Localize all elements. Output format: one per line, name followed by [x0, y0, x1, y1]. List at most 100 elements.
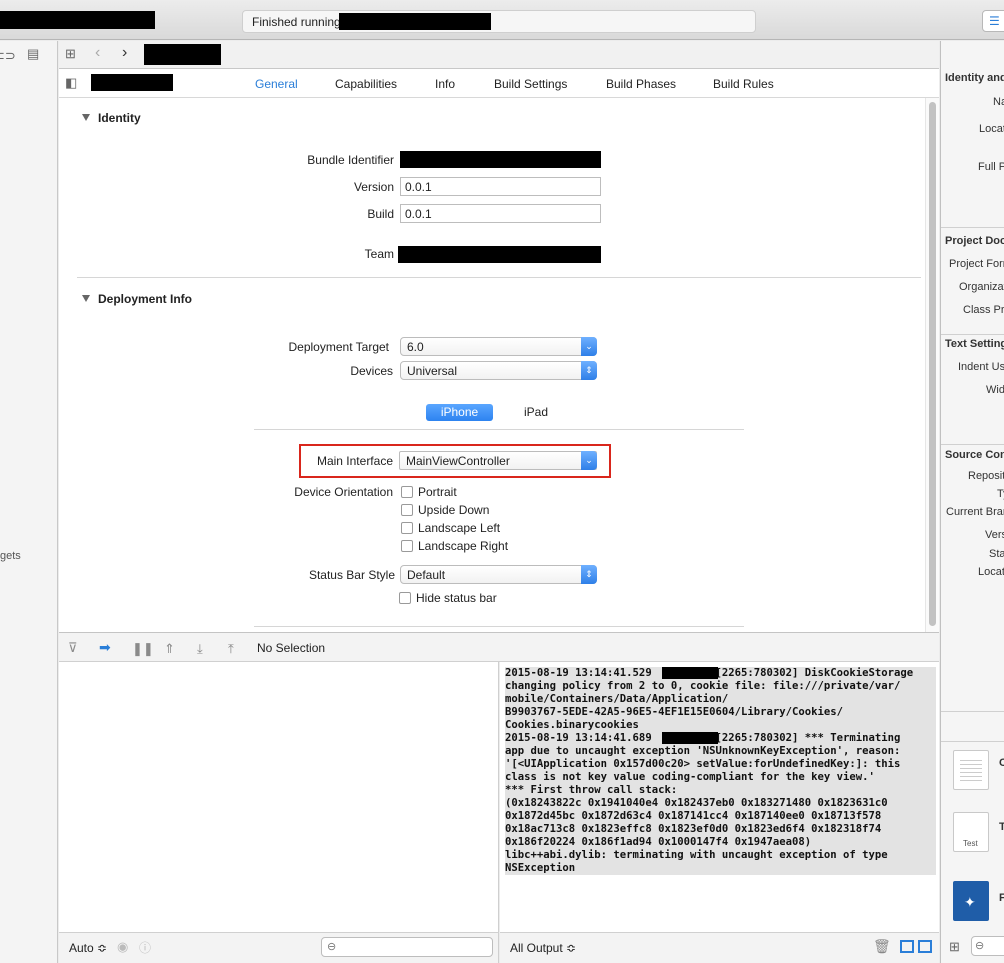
- upside-down-checkbox[interactable]: [401, 504, 413, 516]
- tab-capabilities[interactable]: Capabilities: [335, 77, 397, 91]
- library-item-initial: T: [999, 821, 1004, 833]
- app-store-icon: ✦: [964, 894, 976, 910]
- variables-bottom-bar: Auto ≎ ◉ ⓘ ⊖: [59, 932, 499, 963]
- tab-general[interactable]: General: [255, 77, 298, 91]
- disclosure-triangle-icon[interactable]: [82, 114, 90, 121]
- section-divider: [254, 626, 744, 627]
- redacted-app-name: [339, 13, 491, 30]
- inspector-label: Vers: [985, 529, 1004, 541]
- library-item-initial: C: [999, 757, 1004, 769]
- inspector-label: Ty: [997, 488, 1004, 500]
- step-over-icon[interactable]: ⇑: [164, 641, 175, 657]
- status-bar-style-popup[interactable]: Default ⇕: [400, 565, 597, 584]
- step-out-icon[interactable]: ⤒: [228, 641, 234, 657]
- hide-status-bar-checkbox[interactable]: [399, 592, 411, 604]
- utilities-inspector: Identity and Na Locat Full P Project Doc…: [940, 41, 1004, 963]
- variables-scope-popup[interactable]: Auto ≎: [69, 941, 107, 955]
- trash-icon[interactable]: 🗑: [873, 938, 891, 955]
- eye-icon[interactable]: ◉: [117, 939, 128, 955]
- library-divider: [941, 741, 1004, 742]
- redacted-target-name[interactable]: [91, 74, 173, 91]
- console-output[interactable]: 2015-08-19 13:14:41.529 [2265:780302] Di…: [500, 662, 939, 932]
- pause-icon[interactable]: ❚❚: [132, 641, 154, 657]
- tab-info[interactable]: Info: [435, 77, 455, 91]
- sidebar-toggle-icon[interactable]: ◧: [65, 75, 77, 91]
- deployment-target-value: 6.0: [407, 340, 424, 354]
- editor-scrollbar[interactable]: [925, 98, 939, 632]
- portrait-checkbox[interactable]: [401, 486, 413, 498]
- inspector-label: Organizat: [959, 281, 1004, 293]
- tab-build-settings[interactable]: Build Settings: [494, 77, 567, 91]
- info-icon[interactable]: ⓘ: [139, 939, 151, 956]
- show-variables-icon[interactable]: [900, 940, 914, 953]
- back-icon[interactable]: ‹: [95, 44, 100, 62]
- library-filter-field[interactable]: ⊖: [971, 936, 1004, 956]
- bundle-identifier-label: Bundle Identifier: [307, 153, 394, 167]
- test-tile-label: Test: [963, 839, 978, 848]
- upside-down-label: Upside Down: [418, 503, 490, 517]
- inspector-section-source-control: Source Con: [945, 449, 1004, 461]
- devices-popup[interactable]: Universal ⇕: [400, 361, 597, 380]
- console-bottom-bar: All Output ≎ 🗑: [500, 932, 939, 963]
- redacted-breadcrumb[interactable]: [144, 44, 221, 65]
- deployment-target-combo[interactable]: 6.0 ⌄: [400, 337, 597, 356]
- segment-iphone[interactable]: iPhone: [426, 404, 493, 421]
- breakpoints-icon[interactable]: ➡: [99, 639, 111, 656]
- landscape-right-label: Landscape Right: [418, 539, 509, 553]
- inspector-label: Sta: [989, 548, 1004, 560]
- main-interface-value: MainViewController: [406, 454, 510, 468]
- app-template-icon[interactable]: ✦: [953, 881, 989, 921]
- deployment-target-label: Deployment Target: [288, 340, 390, 354]
- forward-icon[interactable]: ›: [122, 44, 127, 62]
- build-field[interactable]: 0.0.1: [400, 204, 601, 223]
- variables-filter-field[interactable]: ⊖: [321, 937, 493, 957]
- devices-value: Universal: [407, 364, 458, 378]
- identity-section-title: Identity: [98, 111, 141, 125]
- console-output-popup[interactable]: All Output ≎: [510, 941, 576, 955]
- scrollbar-thumb[interactable]: [929, 102, 936, 626]
- main-interface-combo[interactable]: MainViewController ⌄: [399, 451, 597, 470]
- hide-debug-area-icon[interactable]: ⊽: [68, 640, 78, 656]
- chevron-updown-icon: ⇕: [581, 361, 597, 380]
- general-settings-editor: Identity Bundle Identifier Version 0.0.1…: [59, 98, 925, 632]
- section-divider: [77, 277, 921, 278]
- team-popup[interactable]: [398, 246, 601, 263]
- comment-icon[interactable]: ▤: [27, 46, 39, 62]
- landscape-right-checkbox[interactable]: [401, 540, 413, 552]
- redacted-scheme: [0, 11, 155, 29]
- segment-ipad[interactable]: iPad: [514, 404, 558, 421]
- inspector-section-project-document: Project Doc: [945, 235, 1004, 247]
- step-into-icon[interactable]: ⤓: [197, 641, 203, 657]
- landscape-left-checkbox[interactable]: [401, 522, 413, 534]
- portrait-label: Portrait: [418, 485, 457, 499]
- debug-bar: ⊽ ➡ ❚❚ ⇑ ⤓ ⤒ No Selection: [59, 632, 939, 662]
- inspector-label: Indent Us: [958, 361, 1004, 373]
- hide-status-bar-label: Hide status bar: [416, 591, 497, 605]
- inspector-toggle-button[interactable]: ☰: [982, 10, 1004, 32]
- tab-build-rules[interactable]: Build Rules: [713, 77, 774, 91]
- inspector-label: Class Pre: [963, 304, 1004, 316]
- project-editor-tabs: ◧ General Capabilities Info Build Settin…: [59, 69, 939, 98]
- disclosure-triangle-icon[interactable]: [82, 295, 90, 302]
- tab-build-phases[interactable]: Build Phases: [606, 77, 676, 91]
- inspector-section-identity: Identity and: [945, 72, 1004, 84]
- inspector-label: Locat: [979, 123, 1004, 135]
- version-label: Version: [353, 180, 394, 194]
- grid-view-icon[interactable]: ⊞: [949, 939, 960, 955]
- inspector-label: Wid: [986, 384, 1004, 396]
- activity-status-box: Finished running: [242, 10, 756, 33]
- bundle-identifier-field[interactable]: [400, 151, 601, 168]
- show-console-icon[interactable]: [918, 940, 932, 953]
- inspector-label: Project Form: [949, 258, 1004, 270]
- grid-icon[interactable]: ⊞: [65, 46, 76, 62]
- test-template-icon[interactable]: Test: [953, 812, 989, 852]
- devices-label: Devices: [350, 364, 393, 378]
- library-item-initial: F: [999, 892, 1004, 904]
- variables-view[interactable]: [59, 662, 499, 932]
- inspector-divider: [941, 227, 1004, 228]
- version-field[interactable]: 0.0.1: [400, 177, 601, 196]
- file-template-icon[interactable]: [953, 750, 989, 790]
- inspector-divider: [941, 711, 1004, 712]
- link-icon[interactable]: ⊂⊃: [0, 48, 16, 64]
- main-interface-label: Main Interface: [316, 454, 393, 468]
